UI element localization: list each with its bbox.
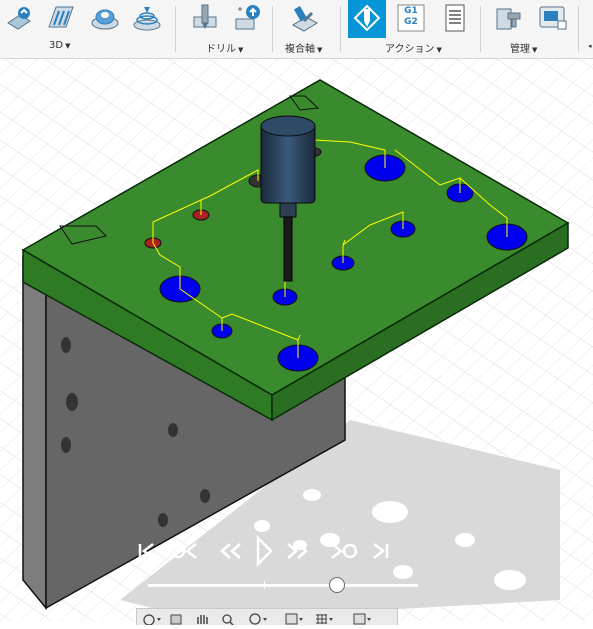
group-label-3d[interactable]: 3D ▼ (49, 40, 70, 51)
simulation-timeline[interactable] (148, 577, 418, 593)
bracket-leg-side (22, 255, 47, 611)
fit-zoom-icon[interactable] (247, 610, 269, 625)
3d-viewport[interactable] (0, 59, 593, 621)
go-to-start-button[interactable] (135, 538, 161, 564)
g2-label: G2 (404, 17, 418, 27)
group-label-overflow[interactable]: ◂ (586, 40, 592, 51)
step-forward-button[interactable] (282, 538, 312, 564)
cam-scene (0, 59, 593, 621)
group-separator (578, 6, 579, 52)
toolbar: 3D ▼ ドリル ▼ 複合軸 ▼ G1 G2 アクション ▼ 管理 ▼ ◂ (0, 0, 593, 59)
step-back-button[interactable] (216, 538, 246, 564)
group-label-multi-axis[interactable]: 複合軸 ▼ (285, 40, 322, 55)
go-to-end-button[interactable] (368, 538, 394, 564)
group-label-manage[interactable]: 管理 ▼ (510, 40, 537, 55)
next-operation-button[interactable] (326, 538, 360, 564)
simulation-playback (130, 535, 430, 576)
drill-icon[interactable] (190, 3, 220, 33)
timeline-scrubber[interactable] (329, 577, 345, 593)
pan-hand-icon[interactable] (193, 610, 215, 624)
look-at-icon[interactable] (167, 610, 189, 625)
viewports-icon[interactable] (351, 610, 373, 625)
g1-label: G1 (404, 6, 418, 16)
group-label-actions[interactable]: アクション ▼ (385, 40, 442, 55)
timeline-marker (264, 581, 265, 589)
tool-library-icon[interactable] (494, 3, 524, 33)
group-separator (480, 6, 481, 52)
group-separator (175, 6, 176, 52)
setup-sheet-icon[interactable] (440, 3, 470, 33)
grid-settings-icon[interactable] (313, 610, 335, 624)
3d-pocket-icon[interactable] (46, 3, 76, 33)
group-label-drill[interactable]: ドリル ▼ (206, 40, 243, 55)
3d-adaptive-icon[interactable] (4, 3, 34, 33)
previous-operation-button[interactable] (168, 538, 202, 564)
orbit-icon[interactable] (141, 610, 163, 626)
zoom-icon[interactable] (219, 610, 241, 626)
drill-probe-icon[interactable] (232, 3, 262, 33)
play-button[interactable] (252, 535, 276, 567)
post-process-g1g2-button[interactable]: G1 G2 (396, 3, 426, 33)
3d-contour-icon[interactable] (132, 3, 162, 33)
group-separator (272, 6, 273, 52)
machine-library-icon[interactable] (538, 3, 568, 33)
group-separator (340, 6, 341, 52)
display-settings-icon[interactable] (283, 610, 305, 625)
simulate-icon[interactable] (352, 3, 382, 33)
3d-parallel-icon[interactable] (90, 3, 120, 33)
navigation-bar (136, 608, 398, 626)
multi-axis-icon[interactable] (290, 3, 320, 33)
